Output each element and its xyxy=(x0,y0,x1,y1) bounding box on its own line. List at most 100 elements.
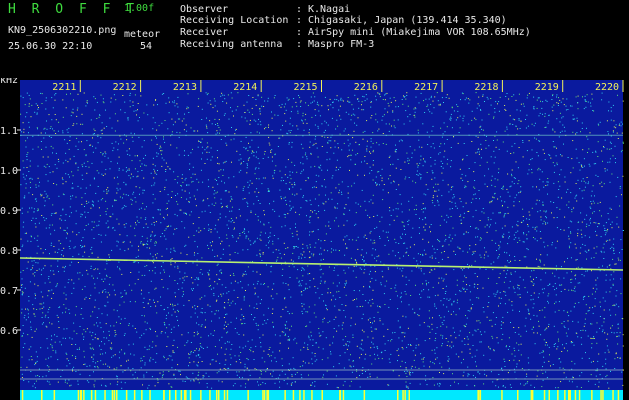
noise-speck xyxy=(254,317,256,318)
noise-speck xyxy=(102,175,104,176)
noise-speck xyxy=(177,303,179,305)
noise-speck xyxy=(462,375,464,377)
noise-speck xyxy=(392,209,394,211)
noise-speck xyxy=(442,280,444,282)
noise-speck xyxy=(30,329,32,331)
noise-speck xyxy=(176,316,178,318)
noise-speck xyxy=(44,282,46,284)
noise-speck xyxy=(522,241,524,243)
noise-speck xyxy=(493,150,495,152)
noise-speck xyxy=(372,302,374,304)
noise-speck xyxy=(425,184,427,186)
noise-speck xyxy=(622,175,624,177)
noise-speck xyxy=(338,183,340,185)
noise-speck xyxy=(433,248,435,250)
noise-speck xyxy=(30,346,32,348)
noise-speck xyxy=(545,99,547,101)
noise-speck xyxy=(338,169,339,171)
noise-speck xyxy=(376,226,378,228)
noise-speck xyxy=(65,265,66,267)
noise-speck xyxy=(599,201,601,203)
noise-speck xyxy=(174,250,176,252)
noise-speck xyxy=(398,375,400,377)
noise-speck xyxy=(513,234,515,236)
noise-speck xyxy=(527,173,529,175)
noise-speck xyxy=(474,117,476,119)
noise-speck xyxy=(534,343,536,345)
noise-speck xyxy=(308,335,310,337)
noise-speck xyxy=(525,127,527,129)
noise-speck xyxy=(21,335,23,337)
noise-speck xyxy=(125,171,127,173)
noise-speck xyxy=(214,228,216,230)
noise-speck xyxy=(57,316,59,318)
noise-speck xyxy=(577,282,579,284)
noise-speck xyxy=(348,345,349,347)
noise-speck xyxy=(127,248,129,250)
noise-speck xyxy=(45,132,46,134)
noise-speck xyxy=(30,240,32,242)
noise-speck xyxy=(150,240,152,242)
noise-speck xyxy=(267,156,269,158)
noise-speck xyxy=(310,102,312,104)
noise-speck xyxy=(511,181,513,183)
noise-speck xyxy=(142,189,144,191)
noise-speck xyxy=(313,100,315,102)
noise-speck xyxy=(192,306,194,308)
noise-speck xyxy=(347,100,349,102)
noise-speck xyxy=(434,303,436,305)
noise-speck xyxy=(120,296,122,298)
noise-speck xyxy=(327,357,329,359)
noise-speck xyxy=(257,158,259,160)
noise-speck xyxy=(252,151,254,153)
noise-speck xyxy=(399,297,401,299)
noise-speck xyxy=(580,387,582,388)
noise-speck xyxy=(134,235,136,237)
noise-speck xyxy=(256,254,258,256)
noise-speck xyxy=(283,180,284,181)
noise-speck xyxy=(577,179,579,181)
noise-speck xyxy=(40,193,41,195)
noise-speck xyxy=(510,185,512,187)
noise-speck xyxy=(593,337,594,339)
noise-speck xyxy=(265,322,267,324)
noise-speck xyxy=(570,231,571,233)
noise-speck xyxy=(49,383,51,385)
noise-speck xyxy=(442,335,444,337)
noise-speck xyxy=(338,290,340,292)
noise-speck xyxy=(187,154,189,156)
noise-speck xyxy=(149,299,151,301)
noise-speck xyxy=(106,263,108,265)
noise-speck xyxy=(381,119,383,121)
noise-speck xyxy=(425,375,427,377)
noise-speck xyxy=(440,143,442,145)
noise-speck xyxy=(256,283,258,285)
noise-speck xyxy=(412,227,414,229)
noise-speck xyxy=(237,237,239,239)
noise-speck xyxy=(446,214,448,216)
noise-speck xyxy=(341,304,343,305)
noise-speck xyxy=(603,251,605,253)
noise-speck xyxy=(595,222,597,224)
noise-speck xyxy=(247,266,249,268)
noise-speck xyxy=(514,291,516,293)
noise-speck xyxy=(301,377,303,379)
noise-speck xyxy=(258,324,259,326)
noise-speck xyxy=(495,293,497,295)
noise-speck xyxy=(375,249,376,251)
noise-speck xyxy=(541,288,543,290)
noise-speck xyxy=(94,287,96,289)
noise-speck xyxy=(184,245,186,247)
noise-speck xyxy=(488,113,490,115)
noise-speck xyxy=(218,127,220,128)
noise-speck xyxy=(174,292,176,294)
noise-speck xyxy=(513,205,515,207)
noise-speck xyxy=(196,264,198,266)
noise-speck xyxy=(476,349,478,351)
noise-speck xyxy=(131,289,133,291)
noise-speck xyxy=(89,331,91,333)
noise-speck xyxy=(85,200,87,202)
noise-speck xyxy=(514,119,516,121)
noise-speck xyxy=(429,366,431,368)
noise-speck xyxy=(69,136,71,138)
